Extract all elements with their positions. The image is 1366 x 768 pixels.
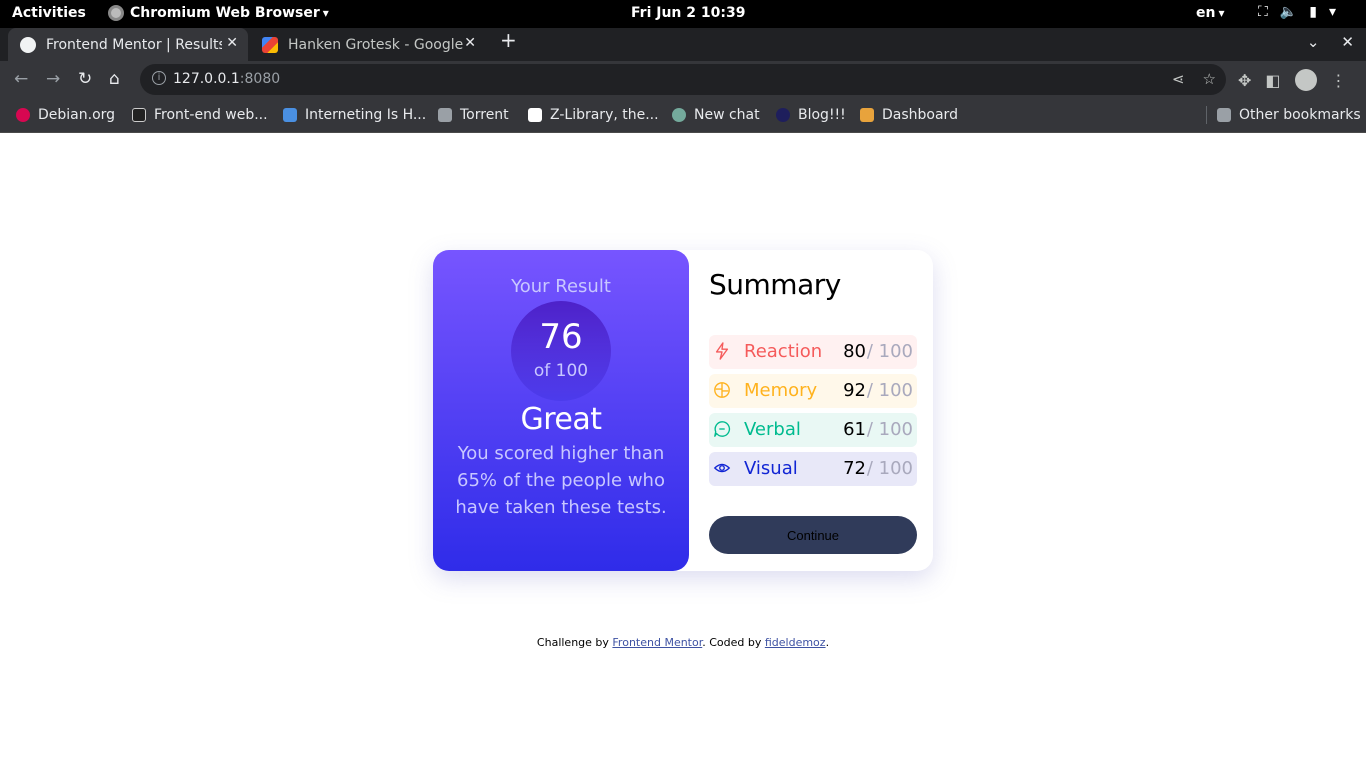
attribution: Challenge by Frontend Mentor. Coded by f…: [536, 636, 830, 649]
summary-value: 61: [843, 419, 866, 440]
summary-value: 80: [843, 341, 866, 362]
summary-label: Verbal: [744, 419, 801, 440]
bookmarks-bar: Debian.org Front-end web... Interneting …: [0, 98, 1366, 133]
new-tab-button[interactable]: +: [500, 28, 517, 52]
tab-frontend-mentor[interactable]: Frontend Mentor | Results summary compon…: [8, 28, 248, 61]
bookmark-interneting[interactable]: Interneting Is H...: [283, 107, 426, 123]
result-grade: Great: [520, 402, 602, 437]
share-icon[interactable]: ⋖: [1172, 70, 1185, 88]
summary-row-visual: Visual 72 / 100: [709, 452, 917, 486]
volume-icon: 🔈: [1279, 4, 1298, 20]
reload-button[interactable]: ↻: [78, 69, 92, 89]
blog-icon: [776, 108, 790, 122]
summary-label: Memory: [744, 380, 818, 401]
summary-row-reaction: Reaction 80 / 100: [709, 335, 917, 369]
folder-icon: [438, 108, 452, 122]
tab-title: Hanken Grotesk - Google Fonts: [288, 36, 464, 53]
app-menu[interactable]: Chromium Web Browser: [108, 5, 329, 21]
bookmark-debian[interactable]: Debian.org: [16, 107, 115, 123]
url-text: 127.0.0.1:8080: [173, 71, 281, 87]
interneting-icon: [283, 108, 297, 122]
site-info-icon[interactable]: i: [152, 71, 166, 85]
continue-button[interactable]: Continue: [709, 516, 917, 554]
bookmark-star-icon[interactable]: ☆: [1203, 70, 1216, 88]
bookmarks-separator: [1206, 106, 1207, 124]
tab-favicon-icon: [20, 36, 36, 53]
summary-label: Visual: [744, 458, 798, 479]
close-icon[interactable]: ✕: [464, 35, 476, 51]
score-value: 76: [539, 317, 583, 357]
folder-icon: [1217, 108, 1231, 122]
frontend-mentor-link[interactable]: Frontend Mentor: [612, 636, 702, 649]
debian-icon: [16, 108, 30, 122]
google-fonts-icon: [262, 36, 278, 53]
score-circle: 76 of 100: [511, 301, 611, 401]
z-library-icon: [528, 108, 542, 122]
lightning-icon: [715, 342, 729, 360]
page-viewport: Your Result 76 of 100 Great You scored h…: [0, 134, 1366, 768]
toolbar-actions: ✥ ◧ ⋮: [1238, 69, 1347, 91]
forward-button[interactable]: →: [46, 69, 60, 89]
tab-search-icon[interactable]: ⌄: [1307, 33, 1320, 51]
app-name: Chromium Web Browser: [130, 5, 329, 21]
summary-max: / 100: [866, 458, 913, 479]
chevron-down-icon: ▾: [1328, 4, 1336, 20]
frontend-mentor-icon: [132, 108, 146, 122]
window-close-icon[interactable]: ✕: [1341, 33, 1354, 51]
network-icon: ⛶: [1258, 4, 1268, 20]
address-bar[interactable]: i 127.0.0.1:8080 ⋖ ☆: [140, 64, 1226, 95]
summary-max: / 100: [866, 419, 913, 440]
result-panel: Your Result 76 of 100 Great You scored h…: [433, 250, 689, 571]
system-tray[interactable]: ⛶ 🔈 ▮ ▾: [1258, 4, 1336, 20]
chromium-icon: [108, 5, 124, 21]
other-bookmarks[interactable]: Other bookmarks: [1217, 107, 1361, 123]
brain-icon: [714, 382, 730, 398]
extensions-icon[interactable]: ✥: [1238, 71, 1251, 90]
tab-title: Frontend Mentor | Results summary compon…: [46, 36, 222, 53]
summary-title: Summary: [709, 268, 841, 301]
language-indicator[interactable]: en: [1196, 5, 1225, 21]
chatgpt-icon: [672, 108, 686, 122]
tabstrip-controls: ⌄ ✕: [1307, 33, 1354, 51]
browser-toolbar: ← → ↻ ⌂ i 127.0.0.1:8080 ⋖ ☆ ✥ ◧ ⋮: [0, 61, 1366, 98]
back-button[interactable]: ←: [14, 69, 28, 89]
bookmark-new-chat[interactable]: New chat: [672, 107, 760, 123]
dashboard-icon: [860, 108, 874, 122]
result-heading: Your Result: [511, 276, 611, 297]
activities-button[interactable]: Activities: [12, 5, 86, 21]
summary-value: 92: [843, 380, 866, 401]
bookmark-blog[interactable]: Blog!!!: [776, 107, 846, 123]
summary-value: 72: [843, 458, 866, 479]
bookmark-front-end-web[interactable]: Front-end web...: [132, 107, 268, 123]
bookmark-dashboard[interactable]: Dashboard: [860, 107, 958, 123]
results-summary-card: Your Result 76 of 100 Great You scored h…: [433, 250, 933, 571]
summary-label: Reaction: [744, 341, 823, 362]
bookmark-z-library[interactable]: Z-Library, the...: [528, 107, 659, 123]
more-menu-icon[interactable]: ⋮: [1331, 71, 1347, 90]
omnibox-actions: ⋖ ☆: [1172, 70, 1216, 88]
score-max: of 100: [533, 361, 589, 381]
battery-icon: ▮: [1309, 4, 1317, 20]
bookmark-torrent[interactable]: Torrent: [438, 107, 509, 123]
result-description: You scored higher than 65% of the people…: [455, 443, 667, 518]
system-top-bar: Activities Chromium Web Browser Fri Jun …: [0, 0, 1366, 28]
side-panel-icon[interactable]: ◧: [1265, 71, 1280, 90]
summary-row-verbal: Verbal 61 / 100: [709, 413, 917, 447]
clock[interactable]: Fri Jun 2 10:39: [631, 5, 745, 21]
tab-strip: Frontend Mentor | Results summary compon…: [0, 28, 1366, 61]
author-link[interactable]: fideldemoz: [765, 636, 826, 649]
summary-max: / 100: [866, 341, 913, 362]
close-icon[interactable]: ✕: [226, 35, 238, 51]
summary-max: / 100: [866, 380, 913, 401]
chat-icon: [714, 421, 731, 437]
tab-hanken-grotesk[interactable]: Hanken Grotesk - Google Fonts ✕: [250, 28, 486, 61]
summary-panel: Summary Reaction 80 / 100 Memory 92 / 10…: [709, 250, 917, 571]
home-button[interactable]: ⌂: [109, 69, 120, 89]
profile-avatar-icon[interactable]: [1294, 69, 1317, 91]
summary-row-memory: Memory 92 / 100: [709, 374, 917, 408]
eye-icon: [713, 463, 731, 473]
